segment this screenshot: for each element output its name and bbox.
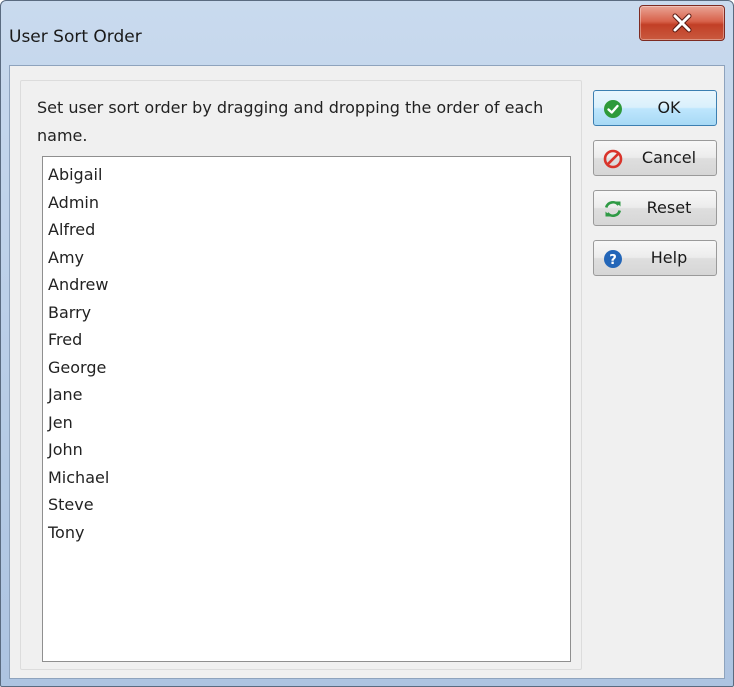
list-item[interactable]: Admin — [43, 189, 570, 217]
prohibited-icon — [603, 149, 623, 169]
user-sort-list[interactable]: Abigail Admin Alfred Amy Andrew Barry Fred Geor… — [42, 156, 571, 662]
list-item[interactable]: Tony — [43, 519, 570, 547]
ok-button[interactable]: OK — [593, 90, 717, 126]
cancel-button-label: Cancel — [641, 148, 697, 167]
cancel-button[interactable]: Cancel — [593, 140, 717, 176]
list-item[interactable]: John — [43, 436, 570, 464]
list-item[interactable]: Fred — [43, 326, 570, 354]
question-circle-icon: ? — [604, 250, 622, 268]
list-item[interactable]: Barry — [43, 299, 570, 327]
reset-button[interactable]: Reset — [593, 190, 717, 226]
list-item[interactable]: Jane — [43, 381, 570, 409]
check-circle-icon — [604, 100, 622, 118]
list-item[interactable]: George — [43, 354, 570, 382]
refresh-icon — [604, 201, 622, 217]
svg-text:?: ? — [609, 253, 617, 268]
instruction-text: Set user sort order by dragging and drop… — [37, 98, 544, 145]
window-title: User Sort Order — [9, 27, 142, 47]
dialog-window: User Sort Order Set user sort order by d… — [0, 0, 734, 687]
title-bar[interactable]: User Sort Order — [1, 1, 733, 65]
list-item[interactable]: Andrew — [43, 271, 570, 299]
list-item[interactable]: Jen — [43, 409, 570, 437]
reset-button-label: Reset — [646, 198, 692, 217]
list-item[interactable]: Abigail — [43, 161, 570, 189]
list-item[interactable]: Amy — [43, 244, 570, 272]
help-button-label: Help — [650, 248, 688, 267]
list-item[interactable]: Alfred — [43, 216, 570, 244]
close-icon — [672, 13, 692, 33]
close-button[interactable] — [639, 5, 725, 41]
ok-button-label: OK — [657, 98, 681, 117]
dialog-body: Set user sort order by dragging and drop… — [9, 65, 725, 679]
help-button[interactable]: ? Help — [593, 240, 717, 276]
list-item[interactable]: Steve — [43, 491, 570, 519]
list-item[interactable]: Michael — [43, 464, 570, 492]
